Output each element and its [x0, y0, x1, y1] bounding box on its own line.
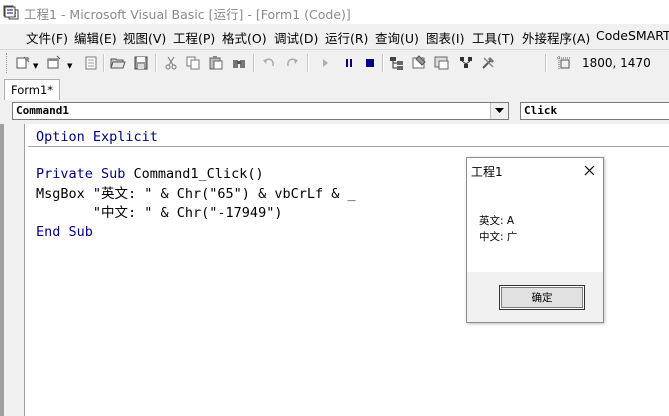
menu-format[interactable]: 格式(O) — [222, 28, 267, 47]
add-project-icon[interactable] — [14, 53, 32, 73]
menu-diagram[interactable]: 图表(I) — [426, 28, 464, 47]
toolbar-separator — [382, 54, 384, 72]
close-icon[interactable] — [581, 162, 597, 178]
paste-icon[interactable] — [207, 53, 225, 73]
menu-debug[interactable]: 调试(D) — [274, 28, 318, 47]
run-icon[interactable] — [316, 53, 334, 73]
form-layout-icon[interactable] — [433, 53, 451, 73]
toolbar-grip[interactable] — [6, 53, 10, 73]
code-line-end-sub[interactable]: End Sub — [36, 223, 93, 242]
cut-icon[interactable] — [162, 53, 180, 73]
toolbar-separator — [155, 54, 157, 72]
dropdown-arrow-icon[interactable]: ▼ — [67, 62, 72, 70]
redo-icon[interactable] — [283, 53, 301, 73]
properties-window-icon[interactable] — [410, 53, 428, 73]
menu-file[interactable]: 文件(F) — [26, 28, 68, 47]
project-explorer-icon[interactable] — [388, 53, 406, 73]
toolbar-separator — [103, 54, 105, 72]
dialog-title: 工程1 — [471, 165, 503, 179]
window-title: 工程1 - Microsoft Visual Basic [运行] - [For… — [24, 7, 351, 22]
open-project-icon[interactable] — [109, 53, 127, 73]
ok-button[interactable]: 确定 — [499, 285, 585, 310]
code-line-msgbox[interactable]: MsgBox "英文: " & Chr("65") & vbCrLf & _ — [36, 185, 356, 204]
dialog-message-line-1: 英文: A — [479, 215, 515, 227]
toolbox-icon[interactable] — [479, 53, 497, 73]
code-window-icon[interactable] — [4, 5, 18, 19]
save-project-icon[interactable] — [132, 53, 150, 73]
menu-edit[interactable]: 编辑(E) — [74, 28, 117, 47]
tab-form1[interactable]: Form1* — [4, 79, 61, 100]
code-line-sub-declaration[interactable]: Private Sub Command1_Click() — [36, 165, 264, 184]
menu-tools[interactable]: 工具(T) — [472, 28, 514, 47]
dialog-message-line-2: 中文: 广 — [479, 231, 518, 243]
object-browser-icon[interactable] — [457, 53, 475, 73]
menu-codesmart[interactable]: CodeSMART — [596, 28, 669, 43]
position-icon — [555, 53, 573, 73]
chevron-down-icon[interactable] — [490, 103, 508, 119]
menu-run[interactable]: 运行(R) — [325, 28, 368, 47]
menu-editor-icon[interactable] — [82, 53, 100, 73]
procedure-combo[interactable]: Click — [520, 102, 669, 120]
tab-strip — [0, 78, 669, 101]
toolbar-separator — [307, 54, 309, 72]
menu-view[interactable]: 视图(V) — [123, 28, 166, 47]
find-icon[interactable] — [230, 53, 248, 73]
margin-indicator-bar[interactable] — [4, 124, 25, 416]
toolbar-separator — [545, 54, 547, 72]
end-icon[interactable] — [361, 53, 379, 73]
add-form-icon[interactable] — [45, 53, 63, 73]
code-line-option-explicit[interactable]: Option Explicit — [36, 128, 158, 147]
dropdown-arrow-icon[interactable]: ▼ — [33, 62, 38, 70]
position-readout: 1800, 1470 — [582, 56, 651, 70]
menu-project[interactable]: 工程(P) — [173, 28, 215, 47]
copy-icon[interactable] — [184, 53, 202, 73]
menu-addins[interactable]: 外接程序(A) — [522, 28, 590, 47]
toolbar-separator — [253, 54, 255, 72]
undo-icon[interactable] — [260, 53, 278, 73]
object-combo[interactable]: Command1 — [12, 102, 509, 120]
break-icon[interactable] — [340, 53, 358, 73]
menu-query[interactable]: 查询(U) — [375, 28, 419, 47]
code-line-continuation[interactable]: "中文: " & Chr("-17949") — [36, 204, 283, 223]
